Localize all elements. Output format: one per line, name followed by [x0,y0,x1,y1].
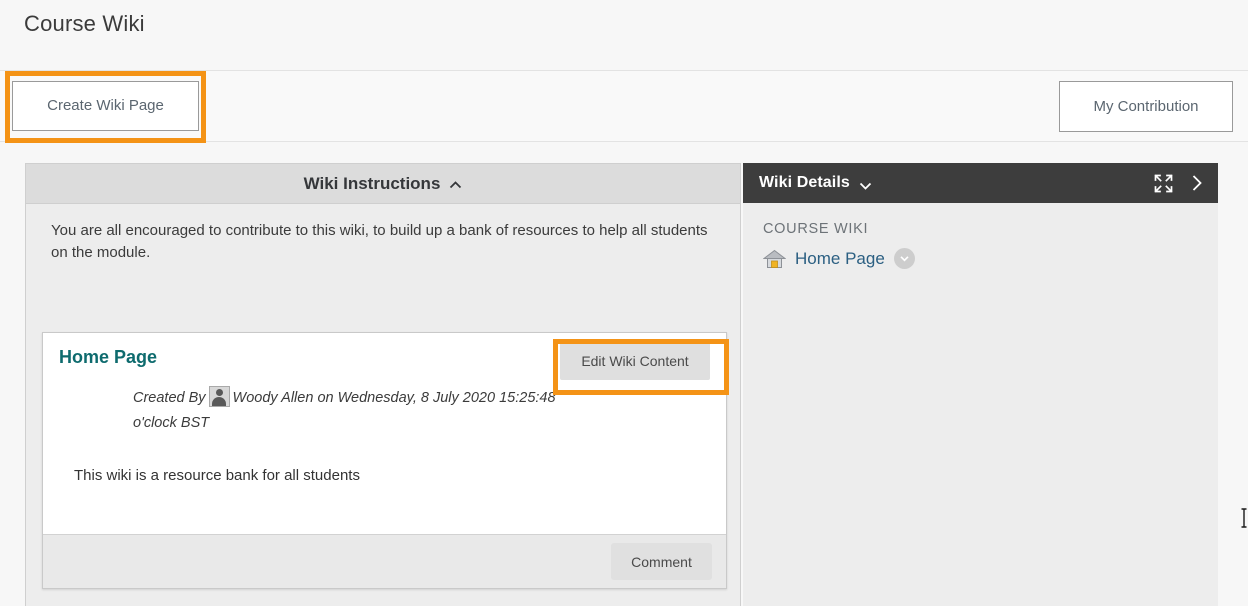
wiki-page-content: This wiki is a resource bank for all stu… [74,466,360,484]
created-by-label: Created By [133,390,206,406]
user-avatar-icon [208,386,230,407]
edit-wiki-content-button[interactable]: Edit Wiki Content [560,342,710,380]
chevron-up-icon[interactable] [449,179,462,192]
home-page-link[interactable]: Home Page [795,249,885,269]
wiki-card-footer: Comment [43,534,726,588]
wiki-details-panel: Wiki Details COURSE WIKI Home Page [743,163,1218,606]
wiki-details-title: Wiki Details [759,174,850,191]
wiki-details-header: Wiki Details [743,163,1218,203]
content-panels: Wiki Instructions You are all encouraged… [25,163,1218,606]
wiki-page-title-link[interactable]: Home Page [59,347,157,368]
home-icon [762,249,787,269]
wiki-page-card: Home Page Edit Wiki Content Created By Wo… [42,332,727,589]
wiki-instructions-title: Wiki Instructions [303,173,441,193]
wiki-home-page-row: Home Page [762,248,1218,269]
wiki-instructions-panel: Wiki Instructions You are all encouraged… [25,163,741,606]
wiki-card-body: Home Page Edit Wiki Content Created By Wo… [43,333,726,534]
action-bar: Create Wiki Page My Contribution [0,70,1248,142]
wiki-instructions-header[interactable]: Wiki Instructions [26,164,740,204]
comment-button[interactable]: Comment [611,543,712,580]
wiki-instructions-text: You are all encouraged to contribute to … [51,222,708,261]
expand-fullscreen-icon[interactable] [1154,174,1173,193]
text-cursor [1240,508,1248,528]
wiki-page-metadata: Created By Woody Allen on Wednesday, 8 Ju… [133,386,603,437]
page-title: Course Wiki [24,11,145,36]
my-contribution-button[interactable]: My Contribution [1059,81,1233,132]
circle-chevron-down-icon[interactable] [893,248,915,269]
details-header-icons [1154,173,1204,193]
wiki-details-body: COURSE WIKI Home Page [743,203,1218,269]
breadcrumb: COURSE WIKI [763,221,869,237]
create-wiki-page-button[interactable]: Create Wiki Page [12,81,199,131]
chevron-down-icon[interactable] [859,179,872,192]
wiki-author-name: Woody Allen [232,390,314,406]
chevron-right-icon[interactable] [1190,173,1204,193]
